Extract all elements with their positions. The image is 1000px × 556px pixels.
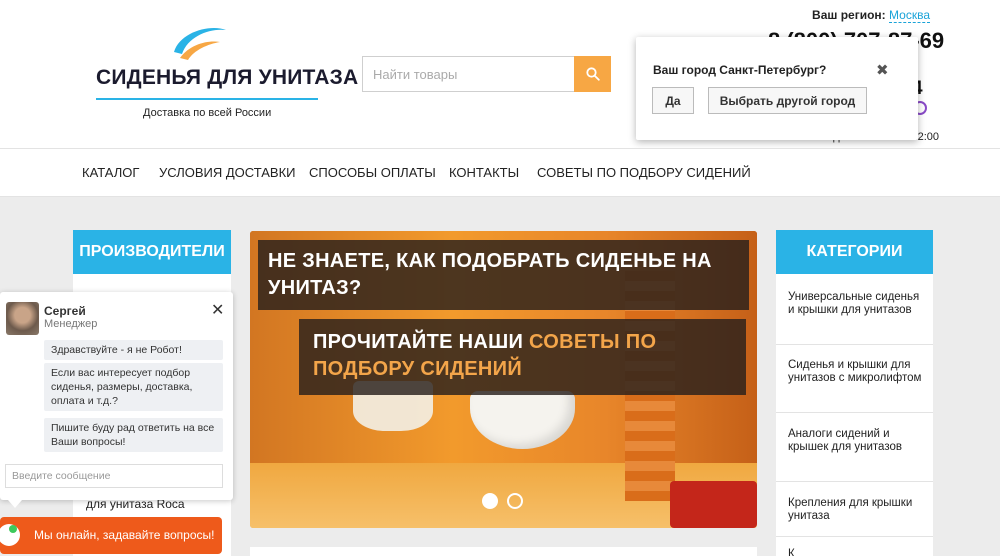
chat-message: Если вас интересует подбор сиденья, разм… [44,363,223,411]
agent-name: Сергей [44,304,86,318]
manufacturers-heading: ПРОИЗВОДИТЕЛИ [73,230,231,274]
avatar [6,302,39,335]
category-item-mounts[interactable]: Крепления для крышки унитаза [788,497,928,523]
logo-title[interactable]: СИДЕНЬЯ ДЛЯ УНИТАЗА [96,66,358,90]
categories-list: Универсальные сиденья и крышки для унита… [776,274,933,556]
agent-role: Менеджер [44,318,98,330]
chat-message: Пишите буду рад ответить на все Ваши воп… [44,418,223,452]
nav-item-payment[interactable]: СПОСОБЫ ОПЛАТЫ [309,165,436,180]
city-question: Ваш город Санкт-Петербург? [653,63,827,77]
chat-message: Здравствуйте - я не Робот! [44,340,223,360]
close-icon[interactable]: ✕ [211,300,224,320]
category-item-microlift[interactable]: Сиденья и крышки для унитазов с микролиф… [788,359,928,385]
chat-bubble-icon [0,524,20,546]
confirm-city-button[interactable]: Да [652,87,694,114]
close-icon[interactable]: ✖ [876,61,889,79]
region-city-link[interactable]: Москва [889,8,930,23]
banner-subline-prefix: ПРОЧИТАЙТЕ НАШИ [313,331,530,353]
nav-item-catalog[interactable]: КАТАЛОГ [82,165,139,180]
logo-subtitle: Доставка по всей России [143,107,272,119]
category-divider [776,481,933,482]
category-divider [776,344,933,345]
main-nav: КАТАЛОГ УСЛОВИЯ ДОСТАВКИ СПОСОБЫ ОПЛАТЫ … [0,148,1000,197]
slider-dot-1[interactable] [482,493,498,509]
city-confirm-popup: Ваш город Санкт-Петербург? ✖ Да Выбрать … [636,37,918,140]
chat-online-label: Мы онлайн, задавайте вопросы! [34,528,215,542]
chat-widget: Сергей Менеджер ✕ Здравствуйте - я не Ро… [0,292,233,500]
chat-tail [8,500,22,508]
hero-banner[interactable]: НЕ ЗНАЕТЕ, КАК ПОДОБРАТЬ СИДЕНЬЕ НА УНИТ… [250,231,757,528]
choose-other-city-button[interactable]: Выбрать другой город [708,87,867,114]
logo-swoosh-icon [174,28,226,60]
region-selector: Ваш регион: Москва [812,8,930,23]
category-divider [776,412,933,413]
region-label: Ваш регион: [812,8,886,22]
banner-rug-image [670,481,757,528]
chat-online-button[interactable]: Мы онлайн, задавайте вопросы! [0,517,222,554]
category-divider [776,536,933,537]
nav-item-advice[interactable]: СОВЕТЫ ПО ПОДБОРУ СИДЕНИЙ [537,165,751,180]
search-button[interactable] [574,56,611,92]
nav-item-delivery[interactable]: УСЛОВИЯ ДОСТАВКИ [159,165,296,180]
banner-subline[interactable]: ПРОЧИТАЙТЕ НАШИ СОВЕТЫ ПО ПОДБОРУ СИДЕНИ… [299,319,746,395]
search-input[interactable] [362,56,574,92]
banner-headline: НЕ ЗНАЕТЕ, КАК ПОДОБРАТЬ СИДЕНЬЕ НА УНИТ… [258,240,749,310]
logo-underline [96,98,318,100]
search-icon [585,67,600,81]
categories-heading: КАТЕГОРИИ [776,230,933,274]
category-item-universal[interactable]: Универсальные сиденья и крышки для унита… [788,291,928,317]
content-box [250,547,757,556]
chat-message-input[interactable] [5,464,223,488]
nav-item-contacts[interactable]: КОНТАКТЫ [449,165,519,180]
slider-dot-2[interactable] [507,493,523,509]
category-item-partial[interactable]: К [788,548,928,556]
category-item-analogs[interactable]: Аналоги сидений и крышек для унитазов [788,428,928,454]
